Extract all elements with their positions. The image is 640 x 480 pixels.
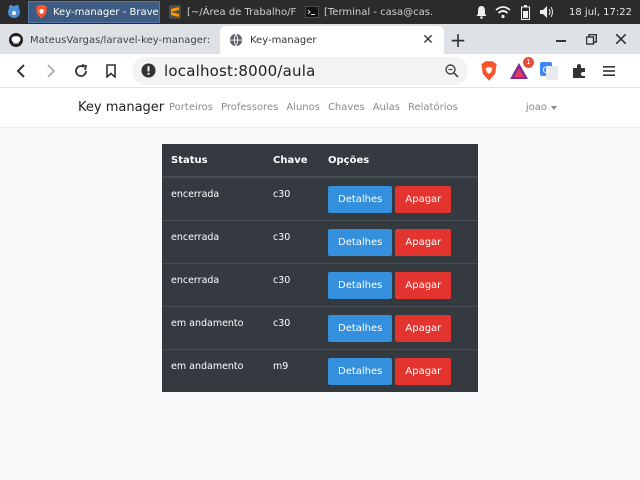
sublime-text-icon [168,5,182,19]
header-status: Status [162,144,264,178]
extensions-area: 1 G [478,56,620,82]
delete-button[interactable]: Apagar [395,228,452,256]
app-navbar: Key manager Porteiros Professores Alunos… [0,88,640,128]
aulas-table: Status Chave Opções encerrada c30 Detalh… [162,144,478,392]
taskbar-task-editor[interactable]: [~/Área de Trabalho/F… [163,1,297,23]
xfce-mouse-icon [6,3,22,22]
nav-link-porteiros[interactable]: Porteiros [169,102,213,113]
extensions-puzzle-icon[interactable] [568,60,590,82]
table-row: encerrada c30 Detalhes Apagar [162,219,478,263]
cell-status: encerrada [162,176,264,220]
volume-icon[interactable] [539,4,555,20]
user-name: joao [525,102,547,113]
taskbar-task-brave[interactable]: Key-manager - Brave [28,1,160,23]
table-row: em andamento m9 Detalhes Apagar [162,348,478,392]
close-window-icon[interactable] [608,26,634,52]
cell-actions: Detalhes Apagar [319,219,478,263]
cell-status: encerrada [162,219,264,263]
tab-github[interactable]: MateusVargas/laravel-key-manager: Sister [0,26,220,54]
header-chave: Chave [264,144,319,178]
reload-icon[interactable] [66,56,96,86]
rewards-badge: 1 [523,56,534,68]
cell-status: encerrada [162,262,264,306]
new-tab-button[interactable]: + [444,26,472,54]
tab-title: Key-manager [250,34,317,46]
google-translate-icon[interactable]: G [538,60,560,82]
github-icon [8,32,24,48]
taskbar-task-terminal[interactable]: [Terminal - casa@cas… [300,1,434,23]
url-text[interactable]: localhost:8000/aula [164,62,436,80]
details-button[interactable]: Detalhes [328,314,393,342]
cell-chave: c30 [264,219,319,263]
globe-icon [228,32,244,48]
brave-icon [34,5,48,19]
browser-toolbar: localhost:8000/aula 1 G [0,54,640,88]
menu-icon[interactable] [598,60,620,82]
brave-shields-icon[interactable] [478,60,500,82]
nav-link-professores[interactable]: Professores [221,102,278,113]
cell-status: em andamento [162,348,264,392]
browser-tab-strip: MateusVargas/laravel-key-manager: Sister… [0,24,640,54]
clock[interactable]: 18 jul, 17:22 [569,7,632,18]
cell-chave: c30 [264,176,319,220]
table-header-row: Status Chave Opções [162,144,478,178]
cell-actions: Detalhes Apagar [319,305,478,349]
brave-rewards-icon[interactable]: 1 [508,56,534,82]
aulas-table-container: Status Chave Opções encerrada c30 Detalh… [162,144,478,392]
details-button[interactable]: Detalhes [328,228,393,256]
taskbar-task-title: Key-manager - Brave [53,6,159,18]
nav-link-aulas[interactable]: Aulas [373,102,400,113]
taskbar-task-title: [Terminal - casa@cas… [324,6,434,18]
nav-link-relatorios[interactable]: Relatórios [408,102,458,113]
restore-icon[interactable] [578,26,604,52]
delete-button[interactable]: Apagar [395,357,452,385]
header-opcoes: Opções [319,144,478,178]
table-row: em andamento c30 Detalhes Apagar [162,305,478,349]
details-button[interactable]: Detalhes [328,186,393,213]
taskbar-task-title: [~/Área de Trabalho/F… [187,6,297,18]
cell-actions: Detalhes Apagar [319,348,478,392]
delete-button[interactable]: Apagar [395,271,452,299]
forward-icon[interactable] [36,56,66,86]
close-tab-icon[interactable]: ✕ [420,32,436,48]
details-button[interactable]: Detalhes [328,271,393,299]
cell-chave: m9 [264,348,319,392]
minimize-icon[interactable] [548,26,574,52]
back-icon[interactable] [6,56,36,86]
table-row: encerrada c30 Detalhes Apagar [162,176,478,220]
bookmark-icon[interactable] [96,56,126,86]
cell-chave: c30 [264,262,319,306]
delete-button[interactable]: Apagar [395,186,452,213]
battery-icon[interactable] [517,4,533,20]
app-brand[interactable]: Key manager [78,100,164,115]
delete-button[interactable]: Apagar [395,314,452,342]
nav-link-chaves[interactable]: Chaves [328,102,365,113]
os-taskbar: Key-manager - Brave [~/Área de Trabalho/… [0,0,640,24]
wifi-icon[interactable] [495,4,511,20]
plus-icon: + [449,28,467,52]
table-row: encerrada c30 Detalhes Apagar [162,262,478,306]
svg-text:G: G [543,66,550,76]
bell-icon[interactable] [473,4,489,20]
zoom-icon[interactable] [444,63,460,79]
address-bar[interactable]: localhost:8000/aula [132,56,468,85]
cell-actions: Detalhes Apagar [319,262,478,306]
details-button[interactable]: Detalhes [328,357,393,385]
cell-status: em andamento [162,305,264,349]
page-content: Key manager Porteiros Professores Alunos… [0,88,640,480]
terminal-icon [305,5,319,19]
user-dropdown[interactable]: joao [526,102,557,113]
system-tray: 18 jul, 17:22 [473,0,640,24]
info-icon[interactable] [140,63,156,79]
caret-down-icon [551,105,557,110]
window-controls [548,24,634,54]
cell-actions: Detalhes Apagar [319,176,478,220]
cell-chave: c30 [264,305,319,349]
tab-title: MateusVargas/laravel-key-manager: Sister [30,34,212,46]
tab-key-manager[interactable]: Key-manager ✕ [220,26,444,54]
nav-links: Porteiros Professores Alunos Chaves Aula… [169,102,458,113]
nav-link-alunos[interactable]: Alunos [286,102,320,113]
app-launcher-button[interactable] [0,0,28,24]
